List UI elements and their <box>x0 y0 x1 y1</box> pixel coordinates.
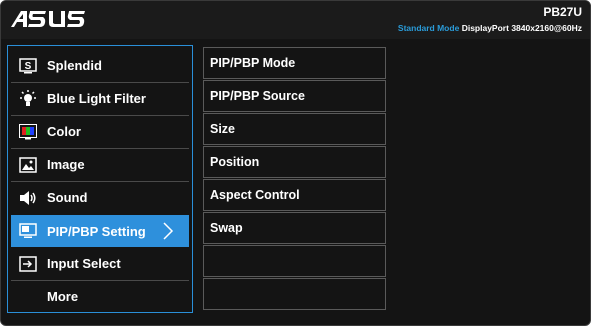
menu-item-more[interactable]: More <box>11 281 189 312</box>
splendid-s-icon: S <box>19 57 37 75</box>
image-icon <box>19 156 37 174</box>
submenu-item-swap[interactable]: Swap <box>203 212 386 244</box>
submenu-item-pip-pbp-source[interactable]: PIP/PBP Source <box>203 80 386 112</box>
pip-monitor-icon <box>19 222 37 240</box>
status-port: DisplayPort <box>461 23 509 33</box>
speaker-icon <box>19 189 37 207</box>
menu-item-blue-light-filter[interactable]: Blue Light Filter <box>11 83 189 114</box>
chevron-right-icon <box>163 222 174 240</box>
status-line: Standard Mode DisplayPort 3840x2160@60Hz <box>398 23 582 33</box>
menu-item-sound[interactable]: Sound <box>11 182 189 213</box>
status-mode: Standard Mode <box>397 23 460 33</box>
submenu-item-pip-pbp-mode[interactable]: PIP/PBP Mode <box>203 47 386 79</box>
menu-item-splendid[interactable]: S Splendid <box>11 50 189 81</box>
osd-window: PB27U Standard Mode DisplayPort 3840x216… <box>0 0 591 326</box>
more-spacer <box>19 288 37 306</box>
menu-item-input-select[interactable]: Input Select <box>11 248 189 279</box>
menu-label: Blue Light Filter <box>47 91 146 106</box>
submenu-item-aspect-control[interactable]: Aspect Control <box>203 179 386 211</box>
submenu: PIP/PBP Mode PIP/PBP Source Size Positio… <box>203 45 386 313</box>
status-resolution: 3840x2160@60Hz <box>511 23 582 33</box>
menu-label: Input Select <box>47 256 121 271</box>
menu-item-image[interactable]: Image <box>11 149 189 180</box>
submenu-item-size[interactable]: Size <box>203 113 386 145</box>
menu-label: Splendid <box>47 58 102 73</box>
input-select-icon <box>19 255 37 273</box>
menu-label: Image <box>47 157 85 172</box>
menu-label: More <box>47 289 79 304</box>
menu-label: Color <box>47 124 81 139</box>
blue-light-bulb-icon <box>19 89 37 108</box>
menu-label: Sound <box>47 190 88 205</box>
main-menu: S Splendid Blue Light Filter Color Image <box>7 45 193 313</box>
menu-item-color[interactable]: Color <box>11 116 189 147</box>
svg-text:S: S <box>25 61 32 72</box>
menu-label: PIP/PBP Setting <box>47 223 146 239</box>
submenu-item-empty <box>203 245 386 277</box>
submenu-item-empty <box>203 278 386 310</box>
model-name: PB27U <box>543 5 582 19</box>
asus-logo <box>11 11 85 27</box>
submenu-item-position[interactable]: Position <box>203 146 386 178</box>
osd-header: PB27U Standard Mode DisplayPort 3840x216… <box>1 1 590 39</box>
menu-item-pip-pbp-setting[interactable]: PIP/PBP Setting <box>11 215 189 247</box>
color-icon <box>19 123 37 141</box>
